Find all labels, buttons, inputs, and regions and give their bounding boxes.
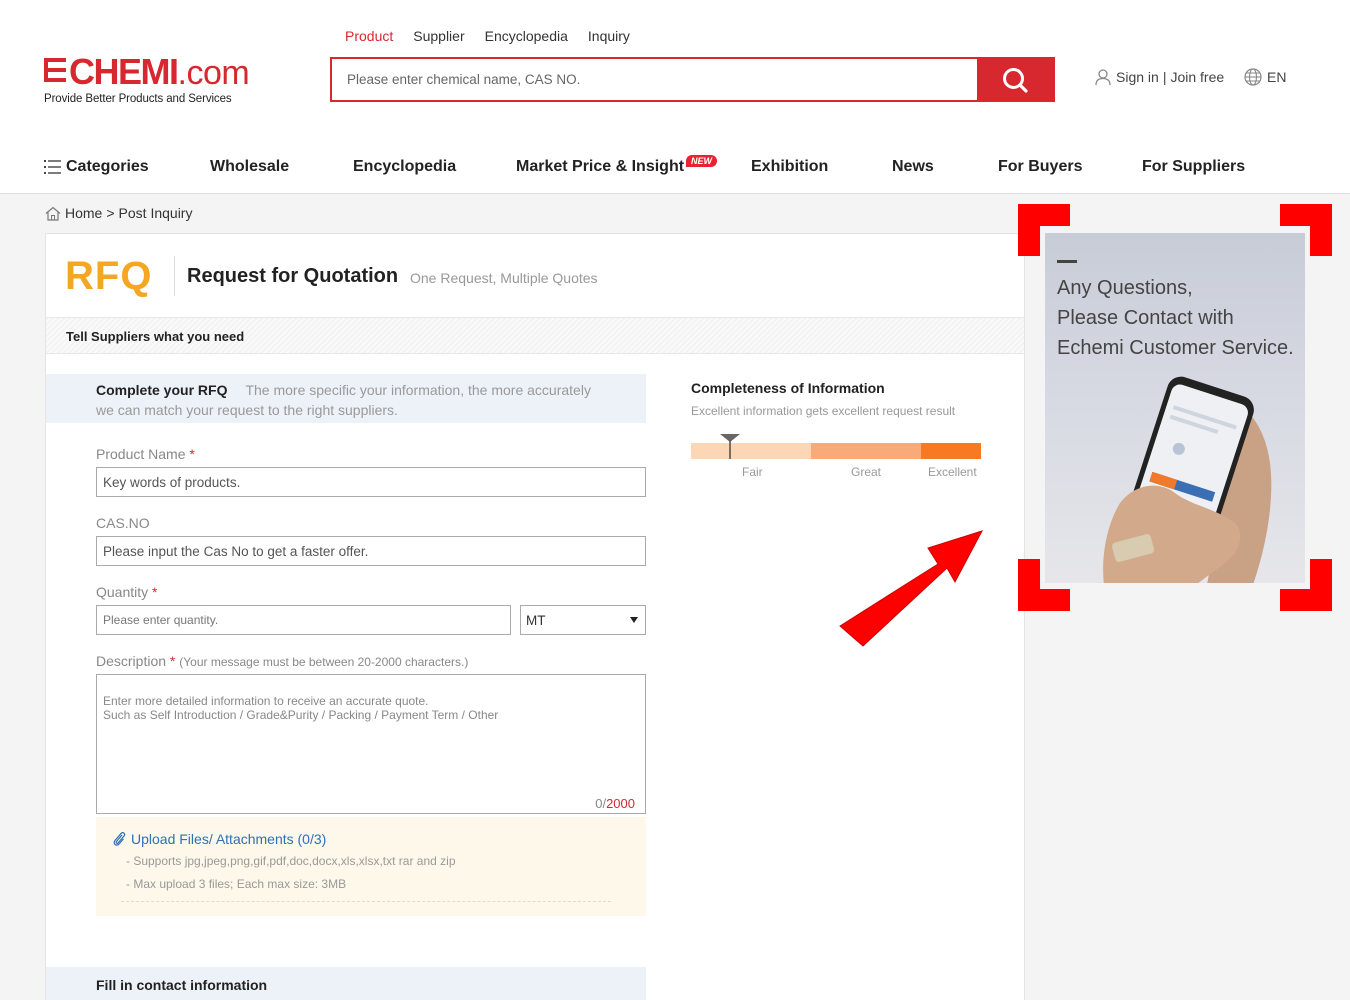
site-header: CHEMI .com Provide Better Products and S… bbox=[0, 0, 1350, 194]
home-icon bbox=[45, 206, 61, 221]
ad-text: Any Questions, Please Contact with Echem… bbox=[1057, 277, 1294, 359]
completeness-marker-icon bbox=[720, 434, 741, 459]
nav-wholesale[interactable]: Wholesale bbox=[210, 158, 289, 176]
search-tabs: Product Supplier Encyclopedia Inquiry bbox=[345, 28, 630, 49]
search-tab-product[interactable]: Product bbox=[345, 28, 393, 49]
complete-rfq-info: Complete your RFQ The more specific your … bbox=[46, 374, 646, 423]
phone-in-hands-icon bbox=[1103, 376, 1272, 583]
unit-select-value: MT bbox=[526, 612, 546, 628]
upload-files-label: Upload Files/ Attachments (0/3) bbox=[131, 831, 327, 847]
nav-encyclopedia[interactable]: Encyclopedia bbox=[353, 158, 456, 176]
level-excellent: Excellent bbox=[928, 465, 977, 479]
paperclip-icon bbox=[113, 832, 126, 846]
customer-service-ad[interactable]: Any Questions, Please Contact with Echem… bbox=[1018, 204, 1332, 611]
tell-suppliers-bar: Tell Suppliers what you need bbox=[46, 318, 1024, 354]
rfq-subtitle: One Request, Multiple Quotes bbox=[410, 270, 598, 286]
echemi-logo[interactable]: CHEMI .com Provide Better Products and S… bbox=[44, 54, 254, 106]
level-great: Great bbox=[851, 465, 882, 479]
search-input[interactable] bbox=[332, 59, 978, 100]
upload-size-note: - Max upload 3 files; Each max size: 3MB bbox=[126, 877, 347, 891]
description-textarea[interactable]: Enter more detailed information to recei… bbox=[96, 674, 646, 814]
search-box bbox=[330, 57, 1055, 102]
product-name-label: Product Name * bbox=[96, 446, 195, 462]
search-tab-inquiry[interactable]: Inquiry bbox=[588, 28, 630, 49]
language-selector[interactable]: EN bbox=[1244, 68, 1286, 86]
nav-market-price-label: Market Price & Insight bbox=[516, 158, 685, 175]
rfq-divider bbox=[174, 256, 175, 296]
breadcrumb-home[interactable]: Home bbox=[65, 205, 102, 221]
rfq-title: Request for Quotation bbox=[187, 265, 399, 287]
breadcrumb-separator: > bbox=[106, 205, 115, 221]
cas-label: CAS.NO bbox=[96, 515, 150, 531]
char-counter: 0/2000 bbox=[595, 796, 635, 811]
completeness-levels: Fair Great Excellent bbox=[691, 465, 991, 481]
upload-box: Upload Files/ Attachments (0/3) - Suppor… bbox=[96, 817, 646, 916]
search-tab-encyclopedia[interactable]: Encyclopedia bbox=[485, 28, 568, 49]
upload-formats-note: - Supports jpg,jpeg,png,gif,pdf,doc,docx… bbox=[126, 854, 456, 868]
cas-input[interactable] bbox=[96, 536, 646, 566]
globe-icon bbox=[1244, 68, 1262, 86]
level-fair: Fair bbox=[742, 465, 763, 479]
completeness-bar-great bbox=[811, 443, 921, 459]
rfq-header: RFQ Request for Quotation One Request, M… bbox=[46, 234, 1024, 318]
search-icon bbox=[1003, 67, 1028, 93]
breadcrumb: Home > Post Inquiry bbox=[45, 205, 192, 221]
completeness-title: Completeness of Information bbox=[691, 380, 885, 396]
nav-market-price[interactable]: Market Price & Insight NEW bbox=[516, 155, 718, 176]
completeness-bar-fair bbox=[691, 443, 811, 459]
search-button[interactable] bbox=[977, 59, 1053, 100]
user-separator: | bbox=[1162, 69, 1167, 85]
logo-wordmark: CHEMI bbox=[69, 51, 179, 92]
nav-exhibition[interactable]: Exhibition bbox=[751, 158, 828, 176]
unit-select[interactable]: MT bbox=[520, 605, 646, 635]
user-icon bbox=[1095, 69, 1111, 86]
dropdown-arrow-icon bbox=[630, 617, 638, 623]
ad-card[interactable]: Any Questions, Please Contact with Echem… bbox=[1045, 233, 1305, 583]
logo-domain: .com bbox=[177, 54, 250, 92]
nav-for-buyers[interactable]: For Buyers bbox=[998, 158, 1082, 176]
language-label: EN bbox=[1267, 69, 1287, 85]
logo-e-mark bbox=[44, 56, 68, 84]
completeness-bar-excellent bbox=[921, 443, 981, 459]
sign-in-link[interactable]: Sign in bbox=[1116, 69, 1159, 85]
ad-dash bbox=[1057, 260, 1077, 263]
logo-tagline: Provide Better Products and Services bbox=[44, 93, 232, 105]
menu-icon bbox=[44, 160, 61, 174]
description-label: Description * (Your message must be betw… bbox=[96, 653, 469, 669]
quantity-input[interactable] bbox=[96, 605, 511, 635]
nav-news[interactable]: News bbox=[892, 158, 934, 176]
breadcrumb-current: Post Inquiry bbox=[118, 205, 193, 221]
upload-divider bbox=[121, 901, 611, 902]
upload-files-link[interactable]: Upload Files/ Attachments (0/3) bbox=[112, 831, 630, 847]
description-placeholder: Enter more detailed information to recei… bbox=[103, 694, 499, 722]
complete-rfq-title: Complete your RFQ bbox=[96, 382, 228, 398]
quantity-label: Quantity * bbox=[96, 584, 158, 600]
rfq-logo: RFQ bbox=[65, 254, 153, 298]
completeness-subtitle: Excellent information gets excellent req… bbox=[691, 404, 956, 418]
red-arrow-annotation bbox=[839, 530, 984, 647]
nav-categories[interactable]: Categories bbox=[44, 158, 149, 176]
nav-for-suppliers[interactable]: For Suppliers bbox=[1142, 158, 1245, 176]
main-nav: Categories Wholesale Encyclopedia Market… bbox=[44, 155, 1306, 180]
contact-info-bar: Fill in contact information bbox=[46, 967, 646, 1000]
tell-suppliers-label: Tell Suppliers what you need bbox=[66, 329, 245, 344]
user-area: Sign in | Join free bbox=[1094, 68, 1224, 86]
product-name-input[interactable] bbox=[96, 467, 646, 497]
nav-categories-label: Categories bbox=[66, 158, 149, 175]
search-tab-supplier[interactable]: Supplier bbox=[413, 28, 464, 49]
join-free-link[interactable]: Join free bbox=[1170, 69, 1224, 85]
new-badge: NEW bbox=[686, 155, 718, 167]
